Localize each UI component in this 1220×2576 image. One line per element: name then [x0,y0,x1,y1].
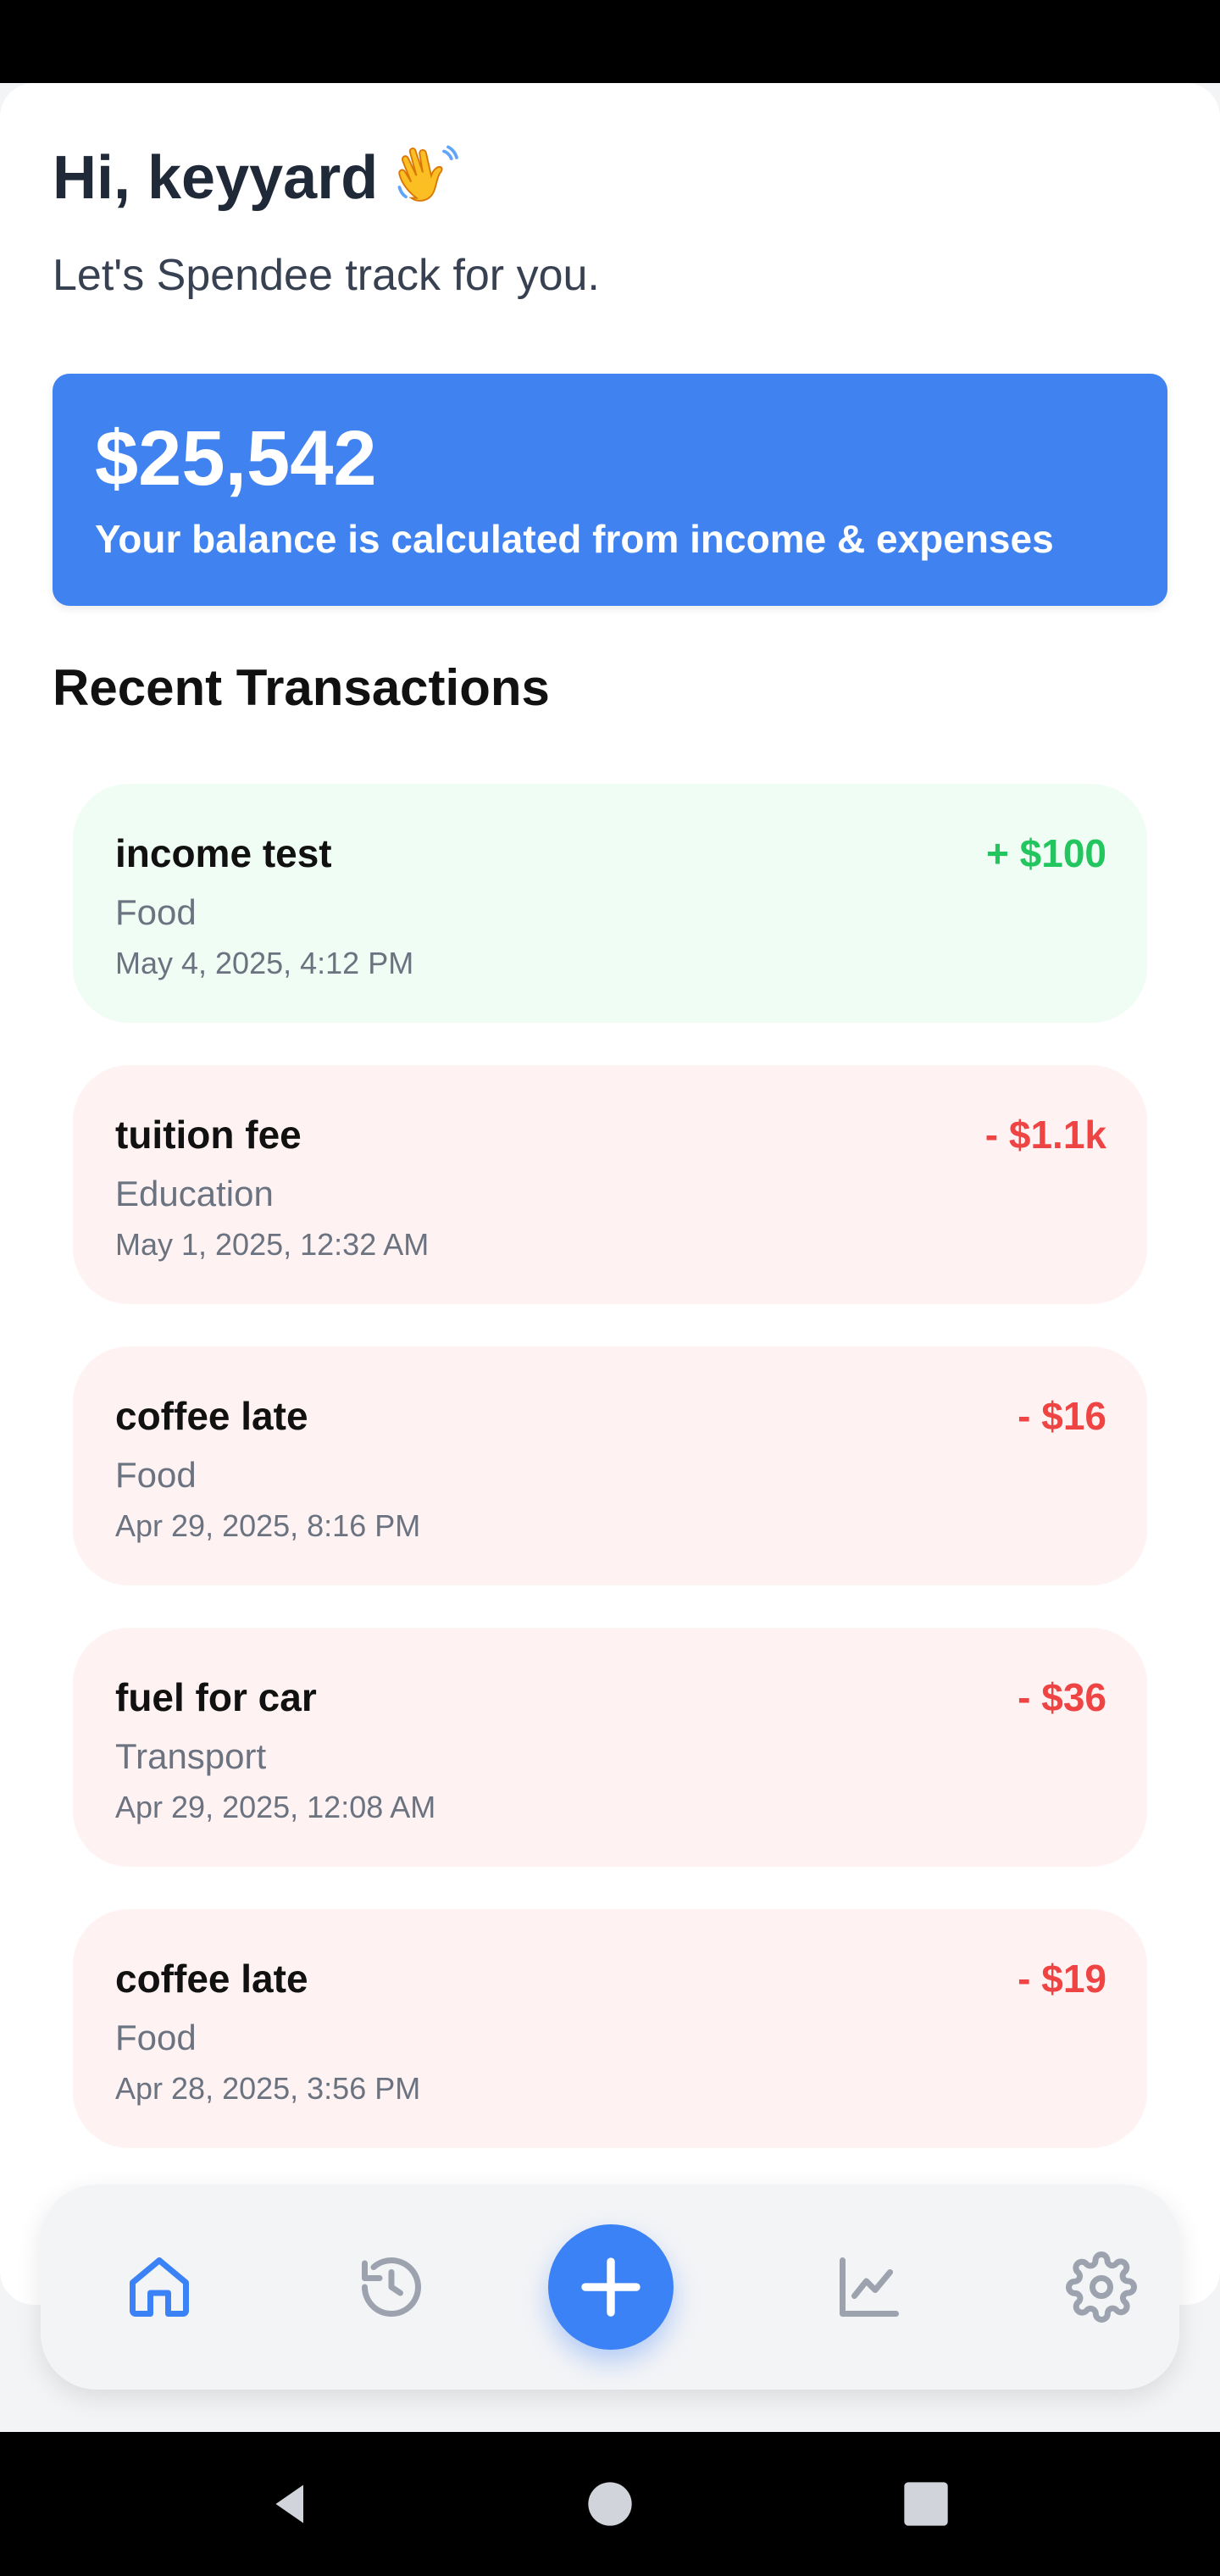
transaction-card[interactable]: coffee late Food Apr 28, 2025, 3:56 PM -… [73,1909,1147,2148]
transaction-amount: - $1.1k [984,1113,1106,1157]
transaction-title: tuition fee [115,1113,302,1157]
add-transaction-button[interactable] [548,2224,674,2350]
nav-stats-button[interactable] [827,2245,912,2329]
balance-amount: $25,542 [95,415,377,502]
system-back-button[interactable] [248,2432,333,2576]
system-home-button[interactable] [568,2432,652,2576]
chart-icon [840,2257,899,2317]
transaction-card[interactable]: fuel for car Transport Apr 29, 2025, 12:… [73,1628,1147,1867]
transaction-card[interactable]: income test Food May 4, 2025, 4:12 PM + … [73,784,1147,1023]
transaction-category: Food [115,2018,197,2057]
greeting-text: Hi, keyyard [53,144,379,212]
greeting-heading: Hi, keyyard [53,137,461,219]
transaction-category: Food [115,892,197,932]
transaction-date: May 1, 2025, 12:32 AM [115,1227,430,1262]
greeting-subtitle: Let's Spendee track for you. [53,251,600,300]
transaction-category: Education [115,1174,274,1213]
back-triangle-icon [275,2484,303,2523]
transaction-card[interactable]: coffee late Food Apr 29, 2025, 8:16 PM -… [73,1346,1147,1585]
system-navigation-bar [0,2432,1220,2576]
transaction-card[interactable]: tuition fee Education May 1, 2025, 12:32… [73,1065,1147,1304]
waving-hand-icon [397,145,459,202]
nav-history-button[interactable] [349,2245,434,2329]
transaction-date: Apr 28, 2025, 3:56 PM [115,2071,421,2106]
transaction-amount: - $16 [1018,1394,1106,1438]
transaction-title: income test [115,831,332,875]
status-bar [0,0,1220,83]
transaction-date: Apr 29, 2025, 12:08 AM [115,1790,436,1824]
transaction-title: coffee late [115,1394,308,1438]
app-content: Hi, keyyard Let's Spendee track for you.… [0,83,1220,2305]
home-icon [130,2257,189,2317]
balance-note: Your balance is calculated from income &… [95,517,1054,561]
home-circle-icon [588,2482,632,2526]
recents-square-icon [904,2482,948,2526]
transaction-amount: + $100 [986,831,1106,875]
transaction-amount: - $36 [1018,1675,1106,1719]
transaction-date: May 4, 2025, 4:12 PM [115,946,414,980]
settings-icon [1066,2251,1137,2323]
add-icon [581,2257,640,2317]
system-recents-button[interactable] [884,2432,968,2576]
balance-card: $25,542 Your balance is calculated from … [53,374,1167,606]
transaction-title: fuel for car [115,1675,317,1719]
history-icon [362,2257,421,2317]
nav-settings-button[interactable] [1059,2245,1144,2329]
bottom-navigation [41,2185,1179,2390]
recent-transactions-title: Recent Transactions [53,659,550,716]
transaction-category: Food [115,1455,197,1495]
transaction-amount: - $19 [1018,1957,1106,2001]
nav-home-button[interactable] [117,2245,202,2329]
transaction-category: Transport [115,1736,267,1776]
transaction-title: coffee late [115,1957,308,2001]
transaction-date: Apr 29, 2025, 8:16 PM [115,1508,421,1543]
